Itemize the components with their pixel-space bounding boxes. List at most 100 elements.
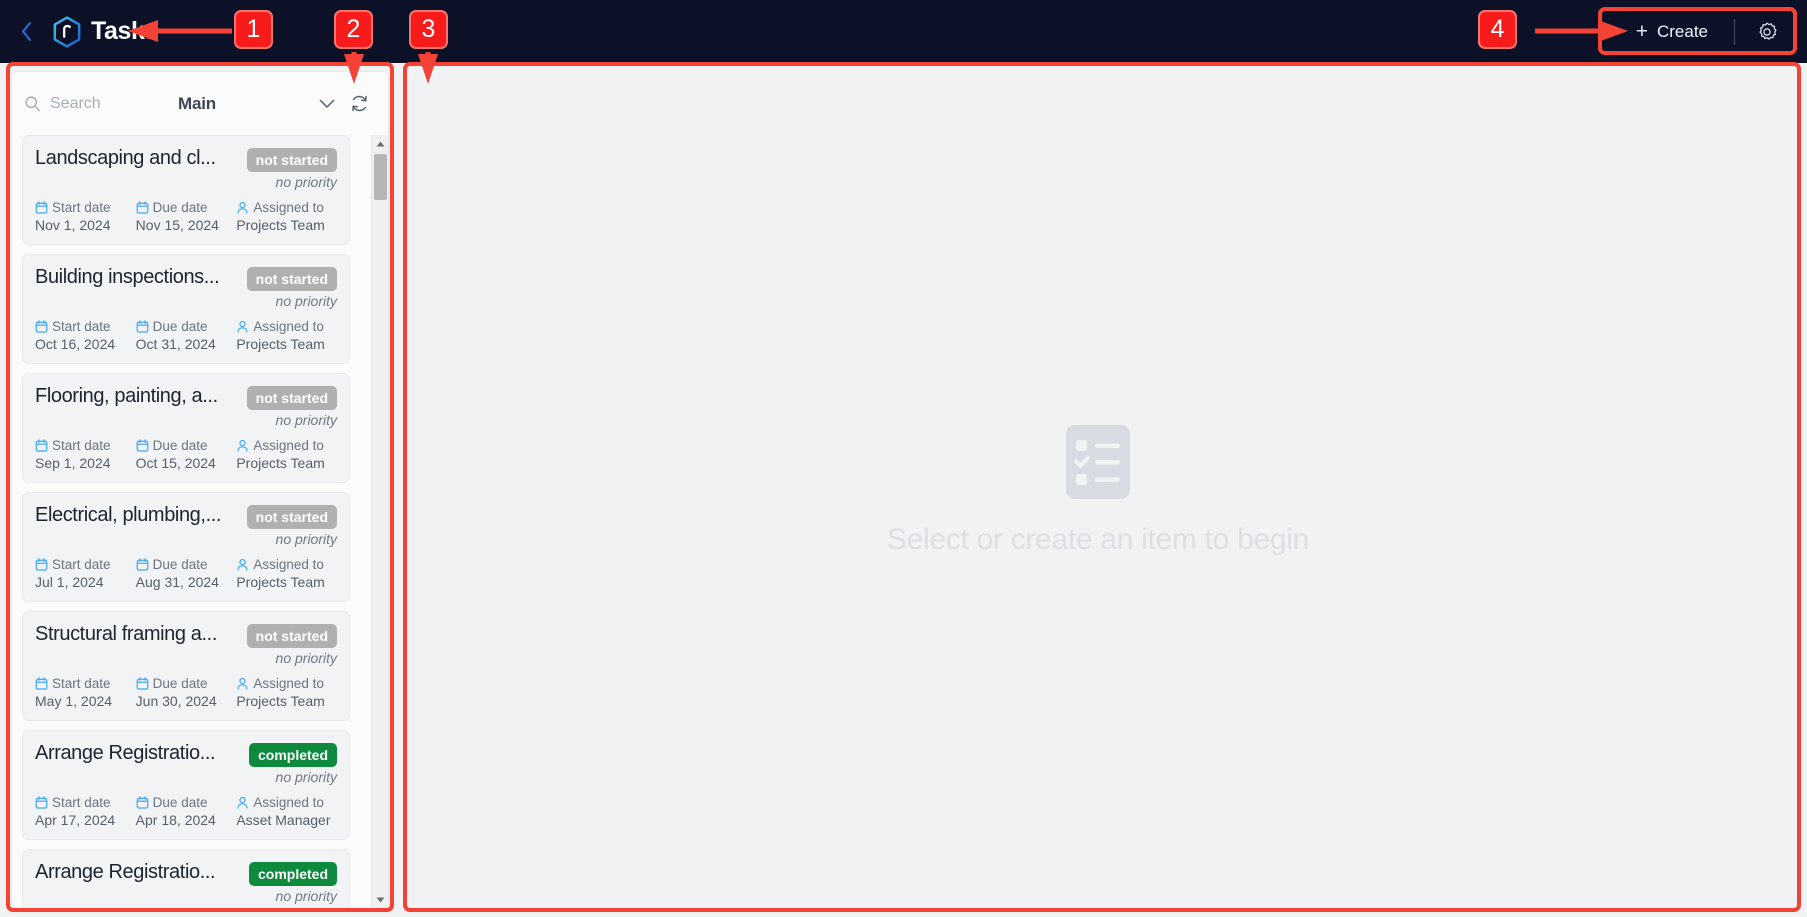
search-box[interactable] [24,94,174,113]
calendar-icon [136,201,149,214]
calendar-icon [136,558,149,571]
task-title: Arrange Registratio... [35,742,216,764]
scrollbar-up-arrow[interactable] [372,135,388,152]
meta-due-date-head: Due date [136,200,237,215]
task-meta: Start date Oct 16, 2024 Due date Oct 31, 20… [35,319,337,352]
plus-icon: + [1635,20,1648,43]
meta-assignee-head: Assigned to [236,676,337,691]
task-card-header: Arrange Registratio... completed [35,860,337,886]
meta-start-date-head: Start date [35,200,136,215]
task-card[interactable]: Structural framing a... not started no pri… [22,611,350,721]
task-card[interactable]: Arrange Registratio... completed no priori… [22,730,350,840]
meta-value: May 1, 2024 [35,693,113,709]
meta-value: Jul 1, 2024 [35,574,104,590]
create-button[interactable]: + Create [1622,13,1728,50]
meta-start-date-head: Start date [35,676,136,691]
toolbar-divider [1734,18,1735,45]
meta-label: Start date [52,676,111,691]
task-card[interactable]: Arrange Registratio... completed no priori… [22,849,350,908]
calendar-icon [35,558,48,571]
calendar-icon [35,796,48,809]
scope-dropdown-button[interactable] [314,91,340,117]
meta-due-date-head: Due date [136,438,237,453]
meta-due-date: Due date Jun 30, 2024 [136,676,237,709]
meta-start-date: Start date Nov 1, 2024 [35,200,136,233]
meta-assignee: Assigned to Projects Team [236,557,337,590]
task-card[interactable]: Landscaping and cl... not started no prior… [22,135,350,245]
status-badge: completed [248,862,337,886]
meta-label: Start date [52,200,111,215]
meta-assignee-head: Assigned to [236,200,337,215]
meta-value: Projects Team [236,574,325,590]
calendar-icon [35,439,48,452]
task-card-header: Structural framing a... not started [35,622,337,648]
calendar-icon [35,439,48,452]
user-icon [236,796,249,809]
meta-due-date-head: Due date [136,676,237,691]
task-card-header: Arrange Registratio... completed [35,741,337,767]
user-icon [236,320,249,333]
status-badge: not started [246,505,337,529]
meta-start-date: Start date Apr 17, 2024 [35,795,136,828]
refresh-button[interactable] [344,89,374,119]
calendar-icon [136,320,149,333]
status-badge: not started [246,386,337,410]
meta-due-date-head: Due date [136,795,237,810]
checklist-icon [1066,424,1130,499]
meta-label: Assigned to [253,795,324,810]
meta-label: Start date [52,319,111,334]
task-card-header: Electrical, plumbing,... not started [35,503,337,529]
task-card-header: Building inspections... not started [35,265,337,291]
brand[interactable]: Tasks [52,15,158,48]
meta-assignee: Assigned to Asset Manager [236,795,337,828]
status-badge: not started [246,148,337,172]
meta-value: Oct 31, 2024 [135,336,216,352]
calendar-icon [136,677,149,690]
task-meta: Start date May 1, 2024 Due date Jun 30, 202… [35,676,337,709]
scope-selector-label[interactable]: Main [178,94,216,114]
calendar-icon [35,796,48,809]
priority-label: no priority [275,650,337,666]
back-button[interactable] [18,20,34,44]
meta-label: Assigned to [253,557,324,572]
list-scrollbar[interactable] [371,135,388,908]
app-logo-icon [53,15,81,48]
meta-due-date: Due date Oct 15, 2024 [136,438,237,471]
chevron-down-icon [319,99,335,108]
priority-label: no priority [275,531,337,547]
task-title: Building inspections... [35,266,220,288]
meta-value: Oct 15, 2024 [135,455,216,471]
meta-label: Start date [52,795,111,810]
scrollbar-thumb[interactable] [374,154,387,200]
caret-up-icon [376,141,385,146]
calendar-icon [136,677,149,690]
task-card-list[interactable]: Landscaping and cl... not started no prior… [12,135,388,908]
meta-due-date: Due date Apr 18, 2024 [136,795,237,828]
task-title: Electrical, plumbing,... [35,504,222,526]
status-badge: not started [246,624,337,648]
task-card[interactable]: Building inspections... not started no pri… [22,254,350,364]
meta-value: Apr 17, 2024 [35,812,116,828]
meta-label: Due date [152,319,208,334]
meta-value: Projects Team [236,336,325,352]
meta-assignee: Assigned to Projects Team [236,319,337,352]
meta-value: Nov 1, 2024 [35,217,111,233]
calendar-icon [136,558,149,571]
meta-assignee-head: Assigned to [236,557,337,572]
calendar-icon [35,320,48,333]
priority-label: no priority [275,769,337,785]
status-badge: completed [248,743,337,767]
meta-label: Assigned to [253,200,324,215]
calendar-icon [35,201,48,214]
meta-assignee: Assigned to Projects Team [236,200,337,233]
scrollbar-down-arrow[interactable] [372,891,388,908]
task-card[interactable]: Electrical, plumbing,... not started no pr… [22,492,350,602]
meta-value: Nov 15, 2024 [135,217,219,233]
refresh-icon [351,95,367,112]
task-card[interactable]: Flooring, painting, a... not started no pr… [22,373,350,483]
user-icon [236,558,249,571]
search-input[interactable] [50,94,160,113]
user-icon [237,558,248,571]
caret-down-icon [376,897,385,902]
settings-button[interactable] [1741,12,1793,52]
